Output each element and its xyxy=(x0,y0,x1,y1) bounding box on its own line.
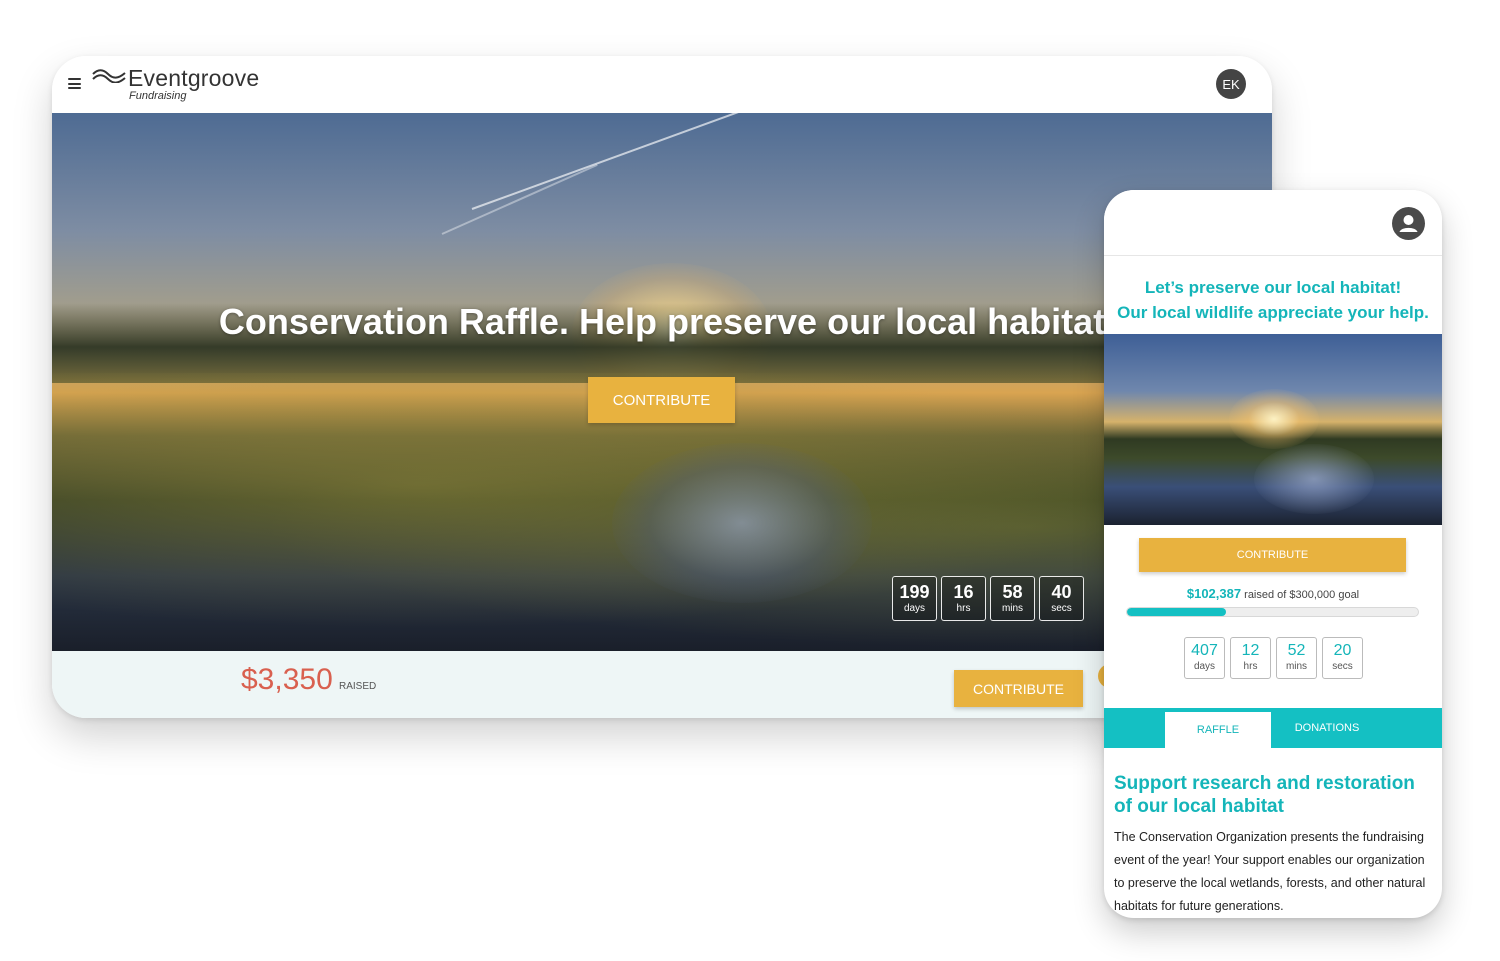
hero-title: Conservation Raffle. Help preserve our l… xyxy=(218,301,1106,342)
logo-subtitle: Fundraising xyxy=(129,90,187,102)
section-body: The Conservation Organization presents t… xyxy=(1114,830,1426,913)
contrail-decoration xyxy=(441,163,598,235)
phone-header xyxy=(1104,190,1442,256)
phone-hero-image xyxy=(1104,334,1442,525)
water-reflection xyxy=(1254,444,1374,514)
countdown-unit: days xyxy=(1193,661,1216,672)
progress-bar-fill xyxy=(1127,608,1227,616)
tablet-footer-bar: $3,350 RAISED CONTRIBUTE xyxy=(52,651,1272,718)
countdown-value: 16 xyxy=(953,582,974,602)
tab-raffle[interactable]: RAFFLE xyxy=(1165,712,1271,748)
goal-text: raised of $300,000 goal xyxy=(1241,589,1360,601)
countdown-unit: hrs xyxy=(1243,661,1258,672)
countdown-value: 407 xyxy=(1191,642,1218,659)
countdown-days: 407 days xyxy=(1184,637,1225,679)
hero-contribute-button[interactable]: CONTRIBUTE xyxy=(588,377,735,423)
raised-label: RAISED xyxy=(339,681,377,692)
user-avatar[interactable]: EK xyxy=(1216,69,1246,99)
phone-device: Let’s preserve our local habitat! Our lo… xyxy=(1104,190,1442,918)
tab-donations[interactable]: DONATIONS xyxy=(1272,708,1382,748)
countdown-seconds: 40 secs xyxy=(1039,576,1084,621)
countdown-unit: mins xyxy=(1285,661,1308,672)
tablet-countdown: 199 days 16 hrs 58 mins 40 secs xyxy=(892,576,1084,621)
sunset-glow xyxy=(1229,389,1319,449)
section-title: Support research and restoration of our … xyxy=(1114,773,1415,817)
phone-countdown: 407 days 12 hrs 52 mins 20 secs xyxy=(1184,637,1363,679)
countdown-value: 199 xyxy=(899,582,930,602)
tablet-header: Eventgroove Fundraising EK xyxy=(52,56,1272,113)
wave-logo-icon xyxy=(92,69,126,83)
water-reflection xyxy=(612,443,872,603)
tablet-device: Eventgroove Fundraising EK Conservation … xyxy=(52,56,1272,718)
headline-line-1: Let’s preserve our local habitat! xyxy=(1144,278,1402,297)
countdown-value: 20 xyxy=(1333,642,1352,659)
countdown-hours: 12 hrs xyxy=(1230,637,1271,679)
mockup-stage: Eventgroove Fundraising EK Conservation … xyxy=(0,0,1500,961)
countdown-value: 58 xyxy=(1002,582,1023,602)
progress-text: $102,387 raised of $300,000 goal xyxy=(1104,586,1442,601)
countdown-unit: days xyxy=(903,603,926,614)
footer-contribute-button[interactable]: CONTRIBUTE xyxy=(954,670,1083,707)
countdown-value: 40 xyxy=(1051,582,1072,602)
raised-amount: $102,387 xyxy=(1186,586,1242,601)
countdown-value: 12 xyxy=(1241,642,1260,659)
headline-line-2: Our local wildlife appreciate your help. xyxy=(1117,303,1429,322)
countdown-minutes: 52 mins xyxy=(1276,637,1317,679)
contrail-decoration xyxy=(471,113,792,210)
countdown-unit: mins xyxy=(1001,603,1024,614)
phone-tab-bar: RAFFLE DONATIONS xyxy=(1104,708,1442,748)
phone-headline: Let’s preserve our local habitat! Our lo… xyxy=(1104,275,1442,325)
logo-name: Eventgroove xyxy=(128,65,260,91)
countdown-days: 199 days xyxy=(892,576,937,621)
progress-bar xyxy=(1126,607,1419,617)
phone-contribute-button[interactable]: CONTRIBUTE xyxy=(1139,538,1406,572)
user-avatar-icon[interactable] xyxy=(1392,207,1425,240)
raised-amount: $3,350 xyxy=(241,663,333,696)
countdown-value: 52 xyxy=(1287,642,1306,659)
hero-banner: Conservation Raffle. Help preserve our l… xyxy=(52,113,1272,651)
countdown-unit: hrs xyxy=(956,603,971,614)
countdown-seconds: 20 secs xyxy=(1322,637,1363,679)
hamburger-icon[interactable] xyxy=(68,78,81,89)
countdown-hours: 16 hrs xyxy=(941,576,986,621)
countdown-minutes: 58 mins xyxy=(990,576,1035,621)
countdown-unit: secs xyxy=(1051,603,1072,614)
countdown-unit: secs xyxy=(1332,661,1353,672)
